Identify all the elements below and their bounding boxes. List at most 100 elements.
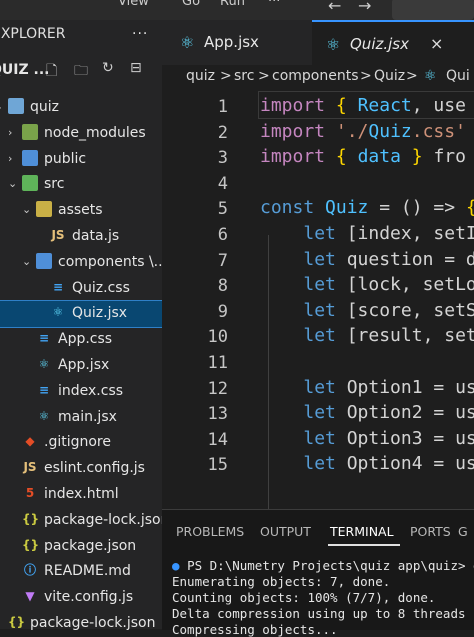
breadcrumb-quiz-dir[interactable]: Quiz (374, 68, 405, 84)
tree-item[interactable]: ⓘ README.md (0, 559, 162, 585)
tree-item[interactable]: JS eslint.config.js (0, 456, 162, 482)
tree-item[interactable]: ⚛ Quiz.jsx (0, 300, 163, 329)
chevron-down-icon[interactable]: ⌄ (22, 203, 31, 216)
code-line[interactable]: import { React, use (260, 95, 466, 116)
tree-item[interactable]: ⌄ assets (0, 198, 162, 224)
breadcrumb-sep: > (406, 68, 418, 84)
code-line[interactable]: import { data } fro (260, 146, 466, 167)
tab-app-jsx[interactable]: ⚛ App.jsx (162, 20, 312, 65)
tab-more[interactable]: G (458, 524, 468, 539)
menu-more[interactable]: ··· (268, 0, 280, 9)
chevron-right-icon[interactable]: › (8, 152, 12, 165)
breadcrumb-quiz[interactable]: quiz (186, 68, 215, 84)
tree-item-label: node_modules (44, 124, 146, 141)
react-icon: ⚛ (38, 408, 50, 423)
new-file-icon[interactable]: 🗋 (46, 60, 57, 84)
explorer-header: EXPLORER (0, 26, 66, 42)
breadcrumb-components[interactable]: components (272, 68, 359, 84)
tab-label: App.jsx (204, 33, 259, 51)
code-line[interactable]: let Option3 = useR (260, 428, 474, 449)
tree-item[interactable]: ≡ Quiz.css (0, 276, 162, 302)
breadcrumb-quiz-file[interactable]: Qui (446, 68, 470, 84)
tree-item[interactable]: › node_modules (0, 121, 162, 147)
tree-item[interactable]: ≡ index.css (0, 379, 162, 405)
more-actions-icon[interactable]: ··· (132, 26, 148, 42)
react-icon: ⚛ (424, 68, 437, 84)
title-bar: View Go Run ··· ← → (0, 0, 474, 20)
tree-item[interactable]: JS data.js (0, 224, 162, 250)
line-number: 13 (207, 404, 228, 425)
code-line[interactable]: let question = d (260, 249, 474, 270)
tree-item[interactable]: ⚛ main.jsx (0, 405, 162, 431)
menu-view[interactable]: View (118, 0, 149, 9)
tab-output[interactable]: OUTPUT (260, 524, 311, 539)
line-number: 1 (217, 97, 228, 117)
code-line[interactable]: let [result, setR (260, 325, 474, 346)
chevron-down-icon[interactable]: ⌄ (8, 177, 17, 190)
css-file-icon: ≡ (38, 382, 50, 397)
react-icon: ⚛ (326, 35, 341, 54)
tab-label: Quiz.jsx (350, 35, 409, 53)
tree-item[interactable]: ◆ .gitignore (0, 430, 162, 456)
chevron-down-icon[interactable]: ⌄ (22, 255, 31, 268)
chevron-down-icon[interactable]: ⌄ (0, 100, 3, 113)
folder-icon (22, 123, 38, 140)
tree-item[interactable]: ▼ vite.config.js (0, 585, 162, 611)
tab-terminal[interactable]: TERMINAL (330, 524, 394, 539)
terminal-line: PS D:\Numetry Projects\quiz app\quiz> g (187, 558, 474, 573)
tree-item[interactable]: ⌄ quiz (0, 95, 162, 121)
code-line[interactable]: import './Quiz.css' (260, 121, 466, 142)
code-editor[interactable]: 1 import { React, use 2 import './Quiz.css'… (162, 89, 474, 509)
back-arrow-icon[interactable]: ← (328, 0, 341, 15)
tab-problems[interactable]: PROBLEMS (176, 524, 244, 539)
json-file-icon: {} (22, 511, 40, 526)
tree-item-label: Quiz.css (72, 279, 130, 296)
new-folder-icon[interactable]: 🗀 (74, 60, 88, 84)
explorer-sidebar: EXPLORER ··· QUIZ ... 🗋 🗀 ↻ ⊟ ⌄ quiz › node… (0, 20, 170, 631)
tree-item[interactable]: ≡ App.css (0, 327, 162, 353)
tree-item-label: Quiz.jsx (72, 305, 128, 322)
tree-item[interactable]: {} package.json (0, 534, 162, 560)
breadcrumb-sep: > (258, 68, 270, 84)
tree-item-label: main.jsx (58, 408, 117, 425)
tree-item-label: src (44, 176, 65, 193)
javascript-file-icon: JS (51, 228, 65, 242)
collapse-all-icon[interactable]: ⊟ (130, 60, 142, 76)
tree-item[interactable]: ⚛ App.jsx (0, 353, 162, 379)
tab-quiz-jsx[interactable]: ⚛ Quiz.jsx × (312, 20, 474, 67)
menu-run[interactable]: Run (220, 0, 245, 9)
line-number: 11 (207, 353, 228, 373)
line-number: 6 (217, 225, 228, 245)
close-icon[interactable]: × (430, 34, 443, 53)
tree-item[interactable]: {} package-lock.json (0, 508, 170, 534)
command-center[interactable] (392, 0, 474, 20)
line-number: 12 (207, 378, 228, 399)
info-icon: ⓘ (23, 563, 36, 578)
tree-item[interactable]: ⌄ src (0, 172, 162, 198)
code-line[interactable]: let Option4 = useR (260, 453, 474, 474)
tree-item[interactable]: › public (0, 147, 162, 173)
tree-item[interactable]: {} package-lock.json (0, 611, 162, 637)
chevron-right-icon[interactable]: › (8, 126, 12, 139)
forward-arrow-icon[interactable]: → (358, 0, 371, 15)
menu-go[interactable]: Go (182, 0, 200, 9)
tree-item[interactable]: ⌄ components \... (0, 250, 167, 276)
terminal-line: Compressing objects... (172, 622, 338, 637)
breadcrumb-src[interactable]: src (234, 68, 254, 84)
html-file-icon: 5 (25, 486, 35, 500)
line-number: 3 (217, 148, 228, 169)
tree-item[interactable]: 5 index.html (0, 482, 162, 508)
code-line[interactable]: let Option2 = useR (260, 402, 474, 423)
code-line[interactable]: const Quiz = () => { (260, 197, 474, 218)
tree-item-label: quiz (30, 99, 59, 115)
active-tab-indicator (328, 544, 400, 546)
refresh-icon[interactable]: ↻ (102, 60, 114, 76)
project-title[interactable]: QUIZ ... (0, 62, 49, 78)
code-line[interactable]: let Option1 = use (260, 377, 474, 398)
code-line[interactable]: let [score, setS (260, 300, 474, 321)
line-number: 15 (207, 455, 228, 476)
code-line[interactable]: let [lock, setLo (260, 274, 474, 295)
tab-ports[interactable]: PORTS (410, 524, 451, 539)
tree-item-label: index.css (58, 382, 124, 399)
code-line[interactable]: let [index, setI (260, 223, 474, 244)
